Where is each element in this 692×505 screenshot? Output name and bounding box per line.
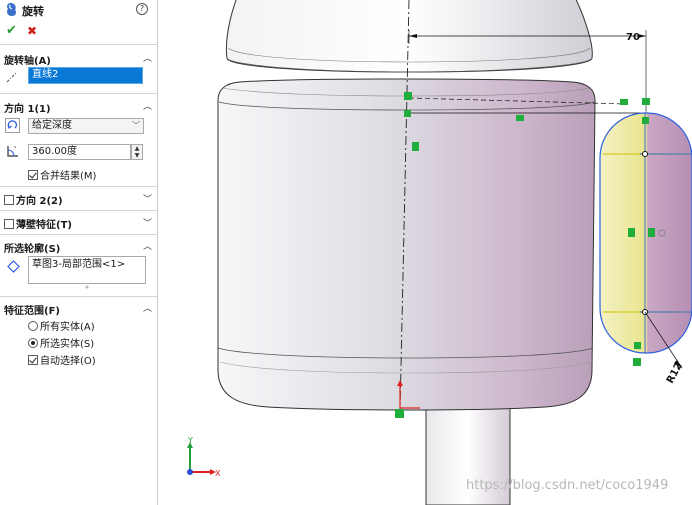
scope-selected-bodies-radio[interactable]: 所选实体(S): [28, 335, 94, 350]
relation-marker-icon: [412, 142, 419, 151]
scope-all-bodies-radio[interactable]: 所有实体(A): [28, 318, 95, 333]
chevron-up-icon[interactable]: ︿: [143, 99, 152, 112]
radio-off-icon[interactable]: [28, 321, 38, 331]
triad-y-label: Y: [187, 436, 193, 445]
relation-marker-icon: [642, 98, 650, 105]
list-resize-handle[interactable]: [84, 284, 90, 290]
section-selected-contours-title[interactable]: 所选轮廓(S): [4, 240, 60, 255]
ok-button[interactable]: ✔: [6, 24, 17, 38]
section-axis: 旋转轴(A) ︿ 直线2: [0, 45, 157, 93]
watermark-text: https://blog.csdn.net/coco1949: [466, 478, 669, 493]
section-thin-feature[interactable]: 薄壁特征(T) ﹀: [0, 211, 157, 234]
triad-x-label: X: [215, 469, 221, 478]
auto-select-label: 自动选择(O): [40, 356, 96, 367]
revolve-profile-preview[interactable]: [599, 112, 692, 354]
end-condition-select[interactable]: 给定深度 ﹀: [28, 118, 144, 134]
section-direction-2[interactable]: 方向 2(2) ﹀: [0, 187, 157, 210]
relation-marker-icon: [642, 117, 649, 124]
relation-marker-icon: [404, 92, 412, 100]
relation-marker-icon: [633, 358, 641, 366]
contour-diamond-icon: [7, 260, 20, 273]
main-body[interactable]: [217, 78, 596, 411]
graphics-area[interactable]: 70 R12 Y X https://blog.csdn.net/coco194…: [159, 0, 692, 505]
scope-all-bodies-label: 所有实体(A): [40, 322, 95, 333]
cancel-button[interactable]: ✖: [27, 24, 37, 38]
section-axis-title[interactable]: 旋转轴(A): [4, 52, 51, 67]
checkbox-unchecked-icon[interactable]: [4, 219, 14, 229]
sketch-point[interactable]: [642, 151, 648, 157]
relation-marker-icon: [634, 342, 641, 349]
angle-input[interactable]: 360.00度: [28, 144, 131, 160]
section-direction-1: 方向 1(1) ︿ 给定深度 ﹀ ° 360.00度 ▲ ▼ 合并结果(M): [0, 94, 157, 186]
auto-select-checkbox[interactable]: 自动选择(O): [28, 352, 96, 367]
reverse-direction-icon[interactable]: [5, 118, 20, 133]
spin-up-icon[interactable]: ▲: [132, 145, 142, 152]
section-selected-contours: 所选轮廓(S) ︿ 草图3-局部范围<1>: [0, 235, 157, 295]
svg-text:°: °: [14, 146, 17, 152]
relation-marker-icon: [516, 115, 524, 121]
feature-title: 旋转: [22, 5, 44, 18]
section-thin-feature-title[interactable]: 薄壁特征(T): [4, 216, 72, 231]
chevron-down-icon: ﹀: [132, 121, 140, 130]
scope-selected-bodies-label: 所选实体(S): [40, 339, 95, 350]
axis-selection-field[interactable]: 直线2: [28, 67, 143, 84]
relation-marker-icon: [404, 110, 411, 117]
property-manager: 旋转 ? ✔ ✖ 旋转轴(A) ︿ 直线2 方向 1(1) ︿ 给定深度 ﹀ °…: [0, 0, 158, 505]
dimension-width-label[interactable]: 70: [626, 32, 640, 43]
angle-spinner[interactable]: ▲ ▼: [131, 144, 143, 160]
checkbox-checked-icon[interactable]: [28, 170, 38, 180]
section-feature-scope: 特征范围(F) ︿ 所有实体(A) 所选实体(S) 自动选择(O): [0, 297, 157, 377]
contour-list-item[interactable]: 草图3-局部范围<1>: [32, 259, 125, 270]
chevron-up-icon[interactable]: ︿: [143, 301, 152, 314]
merge-result-checkbox[interactable]: 合并结果(M): [28, 167, 96, 182]
spin-down-icon[interactable]: ▼: [132, 152, 142, 159]
relation-marker-icon: [395, 409, 404, 418]
chevron-up-icon[interactable]: ︿: [143, 51, 152, 64]
section-direction-2-title[interactable]: 方向 2(2): [4, 192, 63, 207]
revolve-feature-icon: [7, 3, 16, 16]
section-feature-scope-title[interactable]: 特征范围(F): [4, 302, 60, 317]
checkbox-unchecked-icon[interactable]: [4, 195, 14, 205]
model-scene[interactable]: 70 R12 Y X: [159, 0, 692, 505]
section-direction-1-title[interactable]: 方向 1(1): [4, 100, 51, 115]
radio-on-icon[interactable]: [28, 338, 38, 348]
property-manager-header: 旋转 ?: [0, 0, 157, 20]
dimension-radius-label[interactable]: R12: [665, 361, 685, 385]
chevron-down-icon[interactable]: ﹀: [143, 192, 152, 205]
chevron-up-icon[interactable]: ︿: [143, 239, 152, 252]
chevron-down-icon[interactable]: ﹀: [143, 216, 152, 229]
relation-marker-icon: [620, 99, 628, 105]
contour-selection-list[interactable]: 草图3-局部范围<1>: [28, 256, 146, 284]
relation-marker-icon: [628, 228, 635, 237]
relation-marker-icon: [648, 228, 655, 237]
checkbox-checked-icon[interactable]: [28, 355, 38, 365]
angle-icon: °: [7, 146, 18, 157]
coordinate-triad-icon: Y X: [187, 436, 221, 478]
help-icon[interactable]: ?: [136, 3, 148, 15]
axis-line-icon: [6, 71, 18, 83]
end-condition-value: 给定深度: [32, 120, 72, 131]
merge-result-label: 合并结果(M): [40, 171, 97, 182]
